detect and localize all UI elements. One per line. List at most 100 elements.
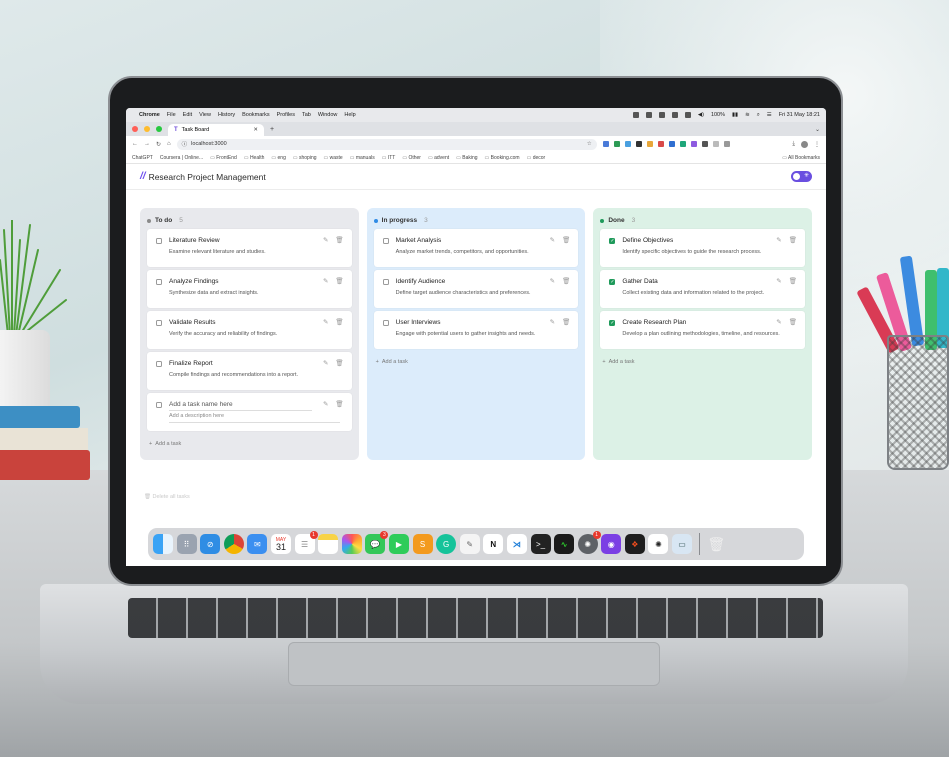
github-icon[interactable]: ◉ xyxy=(601,534,622,554)
trash-icon[interactable]: 🗑 xyxy=(335,318,343,326)
trash-icon[interactable]: 🗑 xyxy=(562,236,570,244)
browser-tab-task-board[interactable]: T Task Board ✕ xyxy=(168,124,264,136)
bookmark-folder[interactable]: FrontEnd xyxy=(210,155,237,161)
task-checkbox[interactable] xyxy=(156,319,162,326)
trash-icon[interactable]: 🗑 xyxy=(335,359,343,367)
terminal-icon[interactable]: >_ xyxy=(530,534,551,554)
task-checkbox[interactable] xyxy=(156,237,162,244)
bookmark-folder[interactable]: decor xyxy=(527,155,546,161)
trash-icon[interactable]: 🗑 xyxy=(789,236,797,244)
bookmark-folder[interactable]: waste xyxy=(324,155,343,161)
status-icon[interactable] xyxy=(645,112,652,118)
theme-toggle[interactable]: ✳ xyxy=(791,171,812,182)
bookmark-folder[interactable]: ITT xyxy=(382,155,396,161)
edit-icon[interactable]: ✎ xyxy=(323,318,328,326)
task-checkbox-checked[interactable]: ✓ xyxy=(609,237,616,244)
status-icon[interactable] xyxy=(632,112,639,118)
edit-icon[interactable]: ✎ xyxy=(323,400,328,408)
bookmark-folder[interactable]: Baking xyxy=(456,155,477,161)
trash-icon[interactable]: 🗑 xyxy=(335,277,343,285)
task-checkbox[interactable] xyxy=(156,278,162,285)
extension-icon[interactable] xyxy=(701,141,708,147)
bookmark-folder[interactable]: shoping xyxy=(293,155,317,161)
trash-icon[interactable]: 🗑 xyxy=(335,400,343,408)
wifi-icon[interactable]: ≋ xyxy=(745,112,750,118)
window-close-button[interactable] xyxy=(132,126,138,132)
notes-icon[interactable] xyxy=(318,534,339,554)
menu-edit[interactable]: Edit xyxy=(183,112,192,118)
task-checkbox-checked[interactable]: ✓ xyxy=(609,319,616,326)
new-task-description-input[interactable]: Add a description here xyxy=(169,413,344,419)
edit-icon[interactable]: ✎ xyxy=(550,318,555,326)
safari-icon[interactable]: ⊘ xyxy=(200,534,221,554)
add-task-button[interactable]: + Add a task xyxy=(376,359,579,365)
battery-icon[interactable]: ▮▮ xyxy=(732,112,738,118)
bookmark-folder[interactable]: Health xyxy=(244,155,264,161)
extension-icon[interactable] xyxy=(712,141,719,147)
task-checkbox[interactable] xyxy=(382,278,389,285)
forward-icon[interactable]: → xyxy=(144,141,150,147)
menu-tab[interactable]: Tab xyxy=(302,112,311,118)
menu-profiles[interactable]: Profiles xyxy=(277,112,295,118)
grammarly-icon[interactable]: G xyxy=(436,534,457,554)
edit-icon[interactable]: ✎ xyxy=(776,318,781,326)
task-checkbox[interactable] xyxy=(382,237,389,244)
address-bar[interactable]: ⓘ localhost:3000 ☆ xyxy=(176,138,597,150)
extension-icon[interactable] xyxy=(679,141,686,147)
notion-icon[interactable]: N xyxy=(483,534,504,554)
home-icon[interactable]: ⌂ xyxy=(167,141,171,147)
trash-icon[interactable]: 🗑 xyxy=(562,277,570,285)
window-minimize-button[interactable] xyxy=(144,126,150,132)
tab-close-icon[interactable]: ✕ xyxy=(253,127,258,133)
site-info-icon[interactable]: ⓘ xyxy=(182,140,188,148)
menu-bookmarks[interactable]: Bookmarks xyxy=(242,112,270,118)
vscode-icon[interactable]: ⋊ xyxy=(506,534,527,554)
figma-icon[interactable]: ❖ xyxy=(624,534,645,554)
trash-icon[interactable]: 🗑 xyxy=(335,236,343,244)
bookmark-folder[interactable]: Booking.com xyxy=(485,155,520,161)
edit-icon[interactable]: ✎ xyxy=(550,236,555,244)
menu-window[interactable]: Window xyxy=(318,112,338,118)
launchpad-icon[interactable]: ⠿ xyxy=(176,534,197,554)
new-task-name-input[interactable]: Add a task name here xyxy=(169,401,233,408)
calendar-icon[interactable]: MAY 31 xyxy=(270,534,291,554)
extension-icon[interactable] xyxy=(668,141,675,147)
textedit-icon[interactable]: ✎ xyxy=(459,534,480,554)
facetime-icon[interactable]: ▶ xyxy=(388,534,409,554)
extension-icon[interactable] xyxy=(635,141,642,147)
add-task-button[interactable]: + Add a task xyxy=(149,441,352,447)
chrome-icon[interactable] xyxy=(223,534,244,554)
extension-icon[interactable] xyxy=(690,141,697,147)
task-card[interactable]: Validate Results Verify the accuracy and… xyxy=(147,311,352,349)
add-task-button[interactable]: + Add a task xyxy=(602,359,805,365)
spotlight-search-icon[interactable]: ⌕ xyxy=(757,112,760,119)
preview-icon[interactable]: ▭ xyxy=(672,534,693,554)
extension-icon[interactable] xyxy=(613,141,620,147)
status-icon[interactable] xyxy=(658,112,665,118)
reload-icon[interactable]: ↻ xyxy=(156,141,161,148)
task-checkbox[interactable] xyxy=(156,360,162,367)
task-checkbox[interactable] xyxy=(382,319,389,326)
task-card[interactable]: Market Analysis Analyze market trends, c… xyxy=(373,229,579,267)
status-icon[interactable] xyxy=(671,112,678,118)
edit-icon[interactable]: ✎ xyxy=(323,359,328,367)
bookmark-folder[interactable]: manuals xyxy=(350,155,375,161)
all-bookmarks[interactable]: All Bookmarks xyxy=(782,155,820,161)
control-center-icon[interactable]: ☰ xyxy=(767,112,772,118)
window-zoom-button[interactable] xyxy=(156,126,162,132)
delete-all-button[interactable]: 🗑 Delete all tasks xyxy=(144,494,190,500)
trash-icon[interactable]: 🗑 xyxy=(706,534,726,554)
volume-icon[interactable]: ◀) xyxy=(698,112,704,118)
extension-icon[interactable] xyxy=(624,141,631,147)
task-card[interactable]: ✓ Create Research Plan Develop a plan ou… xyxy=(600,311,806,349)
tab-search-chevron-icon[interactable]: ⌄ xyxy=(815,126,820,133)
edit-icon[interactable]: ✎ xyxy=(776,277,781,285)
task-card[interactable]: Finalize Report Compile findings and rec… xyxy=(147,352,352,390)
download-icon[interactable]: ⤓ xyxy=(792,141,795,148)
extensions-puzzle-icon[interactable] xyxy=(723,141,730,147)
profile-avatar[interactable] xyxy=(801,140,808,148)
mail-icon[interactable]: ✉ xyxy=(247,534,268,554)
menubar-clock[interactable]: Fri 31 May 18:21 xyxy=(779,112,820,118)
extension-icon[interactable] xyxy=(657,141,664,147)
sublime-icon[interactable]: S xyxy=(412,534,433,554)
